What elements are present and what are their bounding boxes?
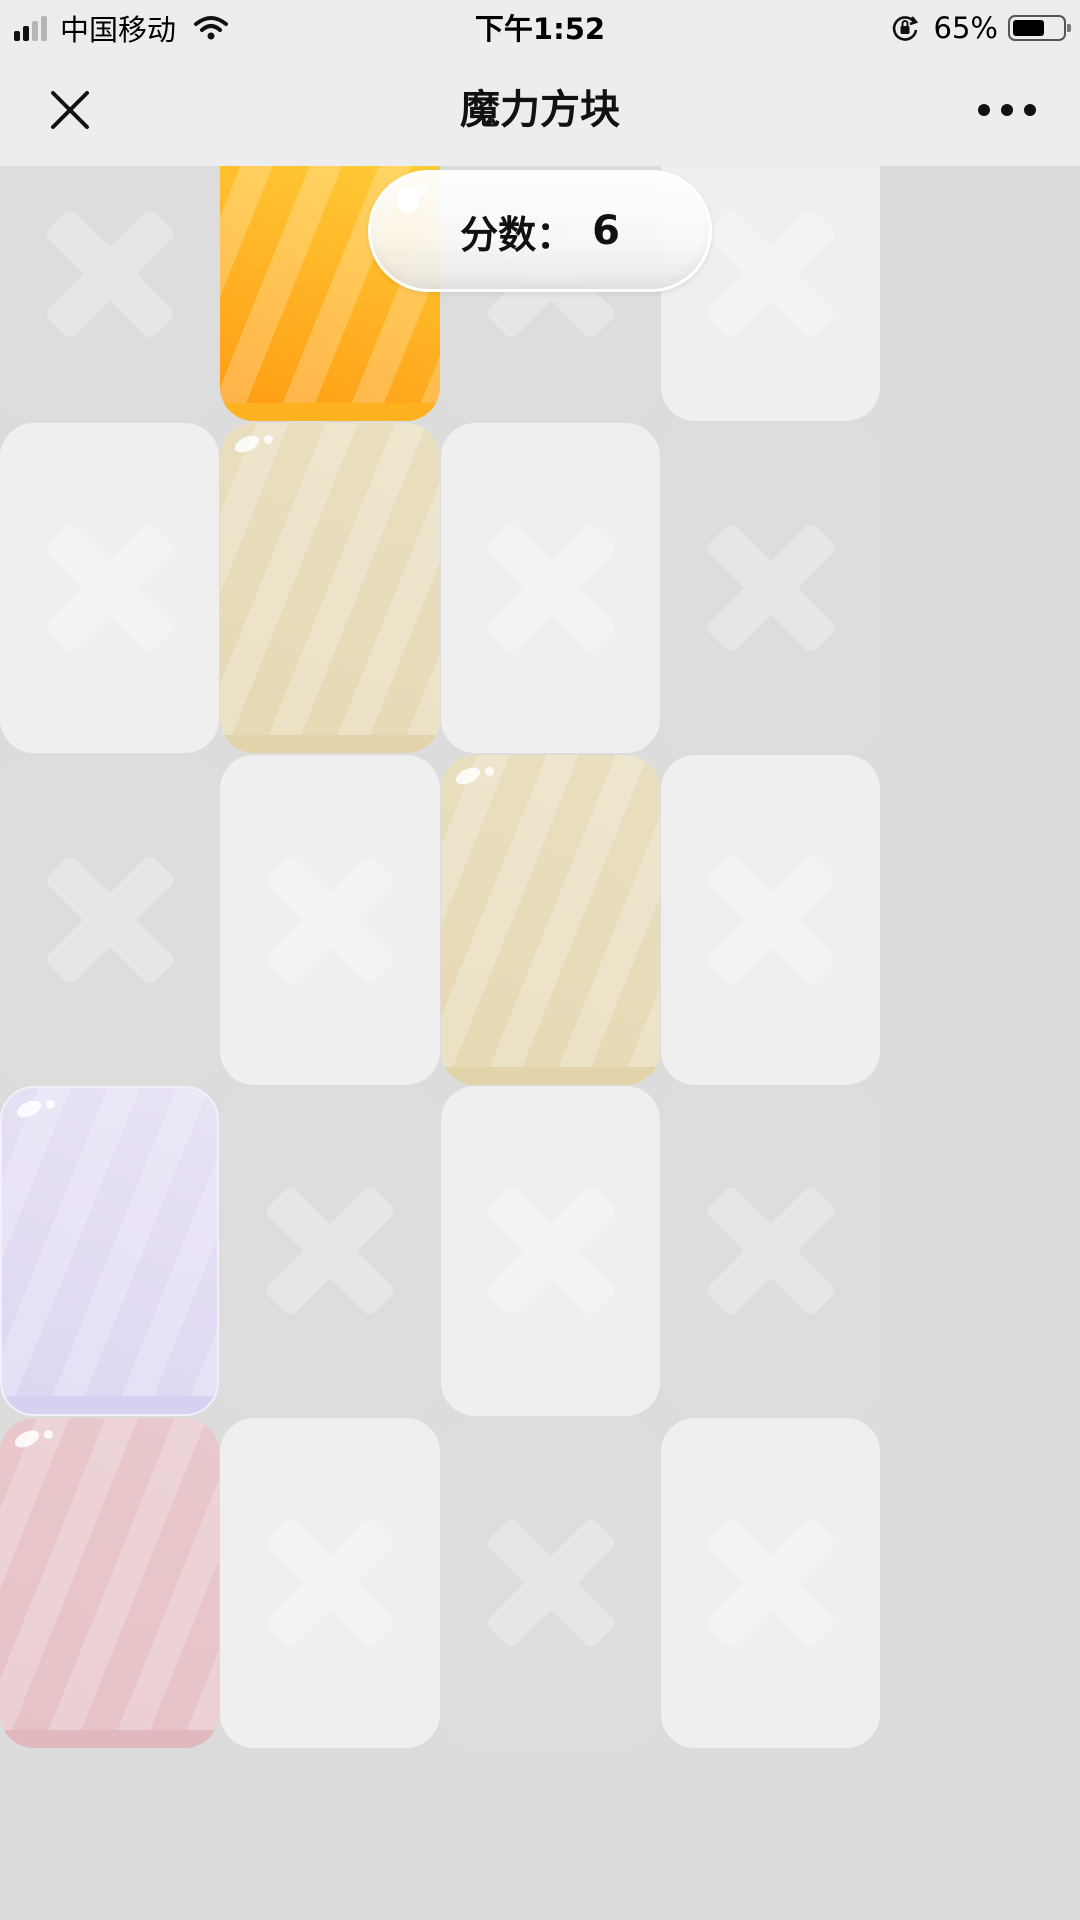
score-label: 分数：: [460, 212, 575, 257]
board-cell[interactable]: [220, 755, 440, 1085]
x-mark-icon: [35, 845, 185, 995]
tile-gloss: [264, 435, 273, 444]
x-mark-icon: [696, 1508, 846, 1658]
status-bar: 中国移动 下午1:52 65%: [0, 0, 1080, 54]
score-display: 分数： 6: [368, 170, 712, 292]
tile-base: [220, 403, 440, 421]
battery-percent: 65%: [933, 11, 998, 45]
board-cell[interactable]: [441, 1418, 660, 1748]
board-cell[interactable]: [661, 1086, 880, 1416]
rotation-lock-icon: [892, 16, 918, 41]
board-cell[interactable]: [0, 423, 219, 753]
x-mark-icon: [696, 199, 846, 349]
nav-bar: 魔力方块: [0, 54, 1080, 166]
more-dot: [1024, 104, 1036, 116]
x-mark-icon: [476, 513, 626, 663]
x-mark-icon: [696, 513, 846, 663]
cream-tile[interactable]: [441, 755, 660, 1085]
page-title: 魔力方块: [460, 87, 620, 133]
x-mark-icon: [255, 845, 405, 995]
game-screen: 中国移动 下午1:52 65% 魔力方块 分数： 6: [0, 0, 1080, 1920]
x-mark-icon: [696, 845, 846, 995]
battery-nub: [1067, 24, 1071, 32]
battery-fill: [1013, 20, 1044, 36]
tile-gloss: [485, 767, 494, 776]
tile-stripes: [2, 1088, 217, 1414]
x-mark-icon: [255, 1176, 405, 1326]
x-mark-icon: [476, 1508, 626, 1658]
tile-gloss: [44, 1430, 53, 1439]
tile-base: [220, 735, 440, 753]
board-cell[interactable]: [220, 1418, 440, 1748]
x-mark-icon: [696, 1176, 846, 1326]
score-gloss-highlight: [397, 187, 419, 213]
board-cell[interactable]: [0, 166, 219, 421]
lavender-tile[interactable]: [0, 1086, 219, 1416]
board-cell[interactable]: [661, 1418, 880, 1748]
tile-stripes: [441, 755, 660, 1085]
more-dots-icon[interactable]: [978, 98, 1036, 122]
cream-tile[interactable]: [220, 423, 440, 753]
x-mark-icon: [476, 1176, 626, 1326]
pink-tile[interactable]: [0, 1418, 219, 1748]
more-dot: [978, 104, 990, 116]
tile-stripes: [0, 1418, 219, 1748]
score-value: 6: [592, 208, 620, 254]
battery-icon: [1008, 15, 1071, 41]
status-right: 65%: [890, 8, 1071, 48]
board-cell[interactable]: [661, 423, 880, 753]
board-cell[interactable]: [441, 1086, 660, 1416]
tile-stripes: [220, 423, 440, 753]
tile-gloss: [46, 1100, 55, 1109]
x-mark-icon: [35, 199, 185, 349]
tile-base: [2, 1396, 217, 1414]
board-cell[interactable]: [441, 423, 660, 753]
x-mark-icon: [255, 1508, 405, 1658]
tile-base: [441, 1067, 660, 1085]
score-gloss-highlight: [417, 185, 427, 195]
board-cell[interactable]: [220, 1086, 440, 1416]
board-cell[interactable]: [0, 755, 219, 1085]
game-board: [0, 166, 1080, 1920]
x-mark-icon: [35, 513, 185, 663]
more-dot: [1001, 104, 1013, 116]
board-cell[interactable]: [661, 755, 880, 1085]
tile-base: [0, 1730, 219, 1748]
